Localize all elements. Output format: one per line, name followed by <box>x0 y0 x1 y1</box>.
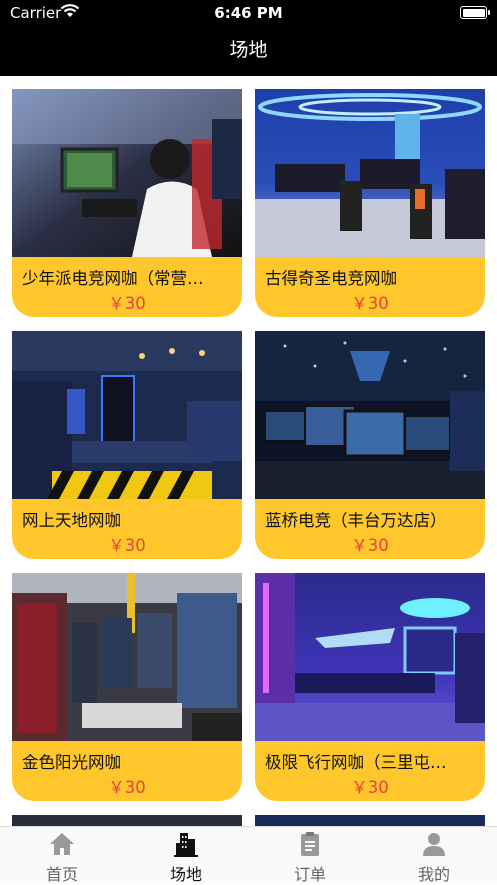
venue-price: ￥30 <box>351 294 389 313</box>
home-icon <box>50 833 74 855</box>
venue-card-partial[interactable] <box>255 815 485 826</box>
venue-price: ￥30 <box>108 536 146 555</box>
tab-venues[interactable]: 场地 <box>124 827 248 884</box>
venue-name: 网上天地网咖 <box>22 511 121 530</box>
tab-profile[interactable]: 我的 <box>372 827 496 884</box>
venue-name: 蓝桥电竞（丰台万达店） <box>265 511 447 530</box>
venue-photo <box>12 331 242 499</box>
battery-icon <box>460 6 490 19</box>
tab-label: 订单 <box>293 865 326 884</box>
tab-home[interactable]: 首页 <box>0 827 124 884</box>
venue-photo <box>255 573 485 741</box>
venue-card[interactable]: 少年派电竞网咖（常营… ￥30 <box>12 89 242 317</box>
venue-photo <box>255 331 485 499</box>
page-title: 场地 <box>229 39 268 61</box>
tab-orders[interactable]: 订单 <box>248 827 372 884</box>
venue-price: ￥30 <box>351 778 389 797</box>
tab-label: 场地 <box>169 865 202 884</box>
venue-name: 古得奇圣电竞网咖 <box>265 269 397 288</box>
clipboard-icon <box>301 832 319 856</box>
venue-price: ￥30 <box>108 778 146 797</box>
nav-bar: 场地 <box>0 28 497 76</box>
venue-photo <box>12 573 242 741</box>
venue-card[interactable]: 古得奇圣电竞网咖 ￥30 <box>255 89 485 317</box>
status-bar: Carrier 6:46 PM <box>0 0 497 28</box>
venue-grid: 少年派电竞网咖（常营… ￥30 古得奇圣电竞网咖 ￥30 网上天地网咖 ￥30 … <box>0 76 497 826</box>
venue-name: 少年派电竞网咖（常营… <box>22 269 204 288</box>
person-icon <box>423 833 445 856</box>
venue-card[interactable]: 蓝桥电竞（丰台万达店） ￥30 <box>255 331 485 559</box>
venue-card-partial[interactable] <box>12 815 242 826</box>
venue-price: ￥30 <box>108 294 146 313</box>
venue-photo <box>255 89 485 257</box>
tab-label: 我的 <box>417 865 450 884</box>
venue-photo <box>12 89 242 257</box>
clock: 6:46 PM <box>214 4 283 22</box>
venue-price: ￥30 <box>351 536 389 555</box>
venue-name: 金色阳光网咖 <box>22 753 121 772</box>
tab-bar: 首页 场地 订单 我的 <box>0 826 497 884</box>
venue-card[interactable]: 网上天地网咖 ￥30 <box>12 331 242 559</box>
tab-label: 首页 <box>45 865 78 884</box>
venue-card[interactable]: 金色阳光网咖 ￥30 <box>12 573 242 801</box>
venue-card[interactable]: 极限飞行网咖（三里屯… ￥30 <box>255 573 485 801</box>
venue-name: 极限飞行网咖（三里屯… <box>265 753 447 772</box>
building-icon <box>174 833 198 857</box>
